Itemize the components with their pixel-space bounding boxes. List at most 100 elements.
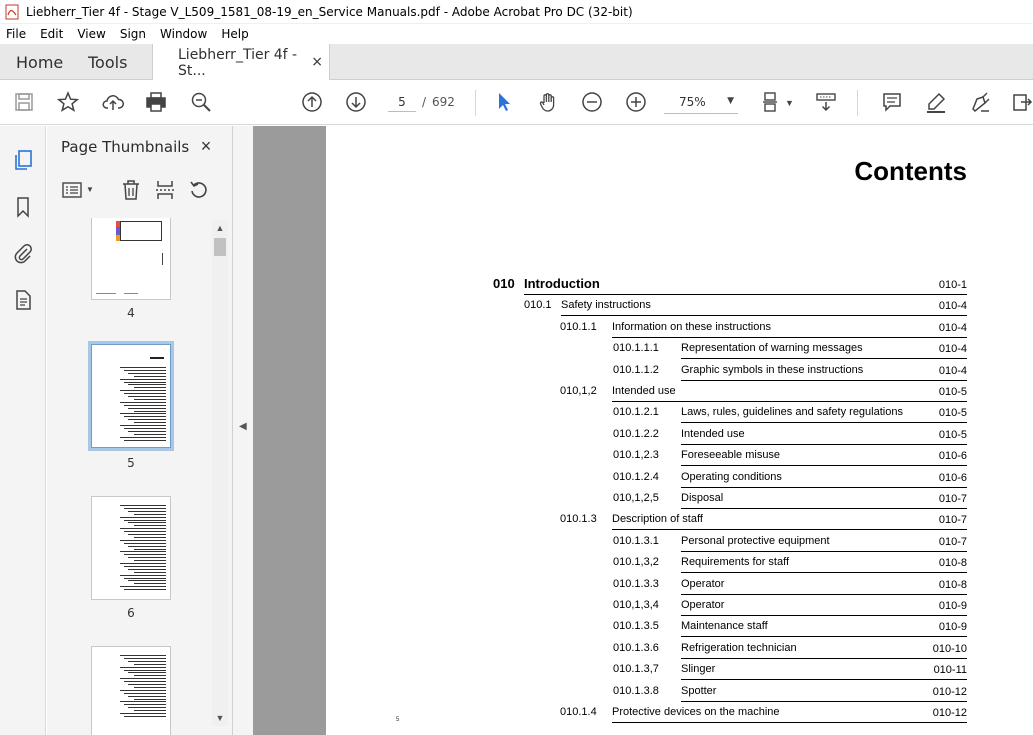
thumb-line [120, 436, 166, 438]
menu-edit[interactable]: Edit [33, 27, 70, 41]
toc-entry-number: 010.1.1 [560, 320, 597, 333]
toc-entry[interactable]: 010.1.2.1 Laws, rules, guidelines and saf… [326, 402, 1033, 424]
toc-entry[interactable]: 010.1.1 Information on these instructions… [326, 317, 1033, 338]
zoom-search-button[interactable] [189, 90, 213, 114]
arrow-down-circle-icon [346, 92, 366, 112]
menu-window[interactable]: Window [153, 27, 214, 41]
scrollbar-thumb[interactable] [214, 238, 226, 256]
toc-entry-page: 010-10 [932, 642, 967, 655]
thumb-line [134, 410, 166, 412]
thumbnail-page[interactable] [91, 646, 171, 735]
previous-page-button[interactable] [300, 90, 324, 114]
zoom-in-button[interactable] [624, 90, 648, 114]
panel-collapse-strip[interactable]: ◀ [233, 126, 253, 735]
highlight-button[interactable] [924, 90, 948, 114]
tab-tools[interactable]: Tools [88, 44, 127, 80]
toc-entry[interactable]: 010.1,3,2 Requirements for staff 010-8 [326, 552, 1033, 574]
select-tool-button[interactable] [492, 90, 516, 114]
next-page-button[interactable] [344, 90, 368, 114]
toc-entry[interactable]: 010.1.3.8 Spotter 010-12 [326, 681, 1033, 702]
thumb-line [134, 422, 166, 424]
fountain-pen-icon [972, 92, 990, 113]
toc-entry[interactable]: 010,1,2 Intended use 010-5 [326, 381, 1033, 402]
toc-entry-page: 010-5 [938, 386, 967, 398]
thumb-line [134, 433, 166, 435]
toc-entry[interactable]: 010.1 Safety instructions 010-4 [326, 295, 1033, 317]
menu-file[interactable]: File [0, 27, 33, 41]
toc-entry[interactable]: 010.1.1.2 Graphic symbols in these instru… [326, 360, 1033, 381]
thumbnail-page[interactable] [91, 218, 171, 300]
toc-entry-title: Intended use [681, 427, 745, 440]
toc-entry[interactable]: 010.1.2.4 Operating conditions 010-6 [326, 467, 1033, 488]
toc-entry[interactable]: 010.1.1.1 Representation of warning messa… [326, 338, 1033, 360]
thumb-line [124, 715, 166, 717]
toc-entry[interactable]: 010.1.3,7 Slinger 010-11 [326, 659, 1033, 681]
collapse-left-icon[interactable]: ◀ [239, 421, 247, 432]
toc-entry[interactable]: 010 Introduction 010-1 [326, 274, 1033, 295]
toc-entry[interactable]: 010.1.4 Protective devices on the machine… [326, 702, 1033, 723]
toc-entry-number: 010.1.2.4 [613, 470, 659, 483]
thumb-line [124, 381, 166, 383]
toc-entry[interactable]: 010.1.3 Description of staff 010-7 [326, 509, 1033, 531]
rotate-pages-button[interactable] [186, 178, 212, 202]
comment-icon [883, 93, 901, 112]
thumb-line [134, 698, 166, 700]
content-rail-button[interactable] [11, 288, 35, 312]
scroll-down-icon[interactable]: ▼ [212, 710, 228, 726]
tab-close-icon[interactable]: × [311, 54, 323, 70]
thumb-line [124, 439, 166, 441]
print-button[interactable] [144, 90, 168, 114]
scroll-up-icon[interactable]: ▲ [212, 220, 228, 236]
close-icon[interactable]: × [196, 136, 216, 156]
toc-entry[interactable]: 010.1.3.6 Refrigeration technician 010-10 [326, 638, 1033, 659]
options-dropdown-icon[interactable]: ▼ [86, 185, 94, 194]
thumb-line [120, 401, 166, 403]
menu-view[interactable]: View [70, 27, 112, 41]
menu-help[interactable]: Help [214, 27, 255, 41]
thumb-line [124, 519, 166, 521]
tab-document[interactable]: Liebherr_Tier 4f - St... × [152, 44, 330, 81]
menu-sign[interactable]: Sign [113, 27, 153, 41]
thumbnail-scrollbar[interactable]: ▲ ▼ [212, 220, 228, 726]
comment-button[interactable] [880, 90, 904, 114]
toc-entry[interactable]: 010.1.3.3 Operator 010-8 [326, 574, 1033, 595]
toc-entry[interactable]: 010,1,3,4 Operator 010-9 [326, 595, 1033, 616]
thumbnail-page[interactable] [91, 496, 171, 600]
thumbnail-options-button[interactable] [59, 178, 85, 202]
toc-entry[interactable]: 010,1,2,5 Disposal 010-7 [326, 488, 1033, 509]
toc-entry-title: Intended use [612, 385, 676, 397]
upload-button[interactable] [101, 90, 125, 114]
toc-entry[interactable]: 010.1.2.2 Intended use 010-5 [326, 424, 1033, 445]
toc-entry[interactable]: 010.1.3.5 Maintenance staff 010-9 [326, 616, 1033, 638]
bookmark-star-button[interactable] [56, 90, 80, 114]
tab-home[interactable]: Home [16, 44, 63, 80]
tab-bar: Home Tools Liebherr_Tier 4f - St... × [0, 44, 1033, 81]
toc-entry-page: 010-6 [938, 450, 967, 463]
hand-tool-button[interactable] [536, 90, 560, 114]
toc-entry[interactable]: 010.1.3.1 Personal protective equipment 01… [326, 531, 1033, 552]
save-button[interactable] [12, 90, 36, 114]
zoom-select[interactable]: 75% ▼ [664, 92, 738, 114]
delete-pages-button[interactable] [118, 178, 144, 202]
toc-entry-number: 010.1.2.1 [613, 406, 659, 419]
page-fit-dropdown-icon[interactable]: ▼ [785, 98, 794, 108]
document-viewport[interactable]: Contents 010 Introduction 010-1 010.1 Safety… [253, 126, 1033, 735]
thumbnail-page-selected[interactable] [88, 341, 174, 451]
bookmarks-rail-button[interactable] [11, 195, 35, 219]
page-thumbnails-rail-button[interactable] [11, 148, 35, 172]
toc-entry-title: Maintenance staff [681, 620, 768, 633]
toc-entry[interactable]: 010.1,2.3 Foreseeable misuse 010-6 [326, 445, 1033, 467]
insert-pages-button[interactable] [152, 178, 178, 202]
page-number-input[interactable] [388, 92, 416, 112]
attachments-rail-button[interactable] [11, 241, 35, 265]
document-lines-icon [16, 290, 31, 310]
zoom-out-button[interactable] [580, 90, 604, 114]
page-fit-button[interactable] [760, 90, 784, 114]
sign-button[interactable] [968, 90, 992, 114]
main-toolbar: ▼ [0, 80, 1033, 125]
thumb-line [134, 583, 166, 585]
thumb-line [124, 704, 166, 706]
thumb-line [134, 663, 166, 665]
export-button[interactable] [1010, 90, 1033, 114]
scroll-mode-button[interactable] [814, 90, 838, 114]
